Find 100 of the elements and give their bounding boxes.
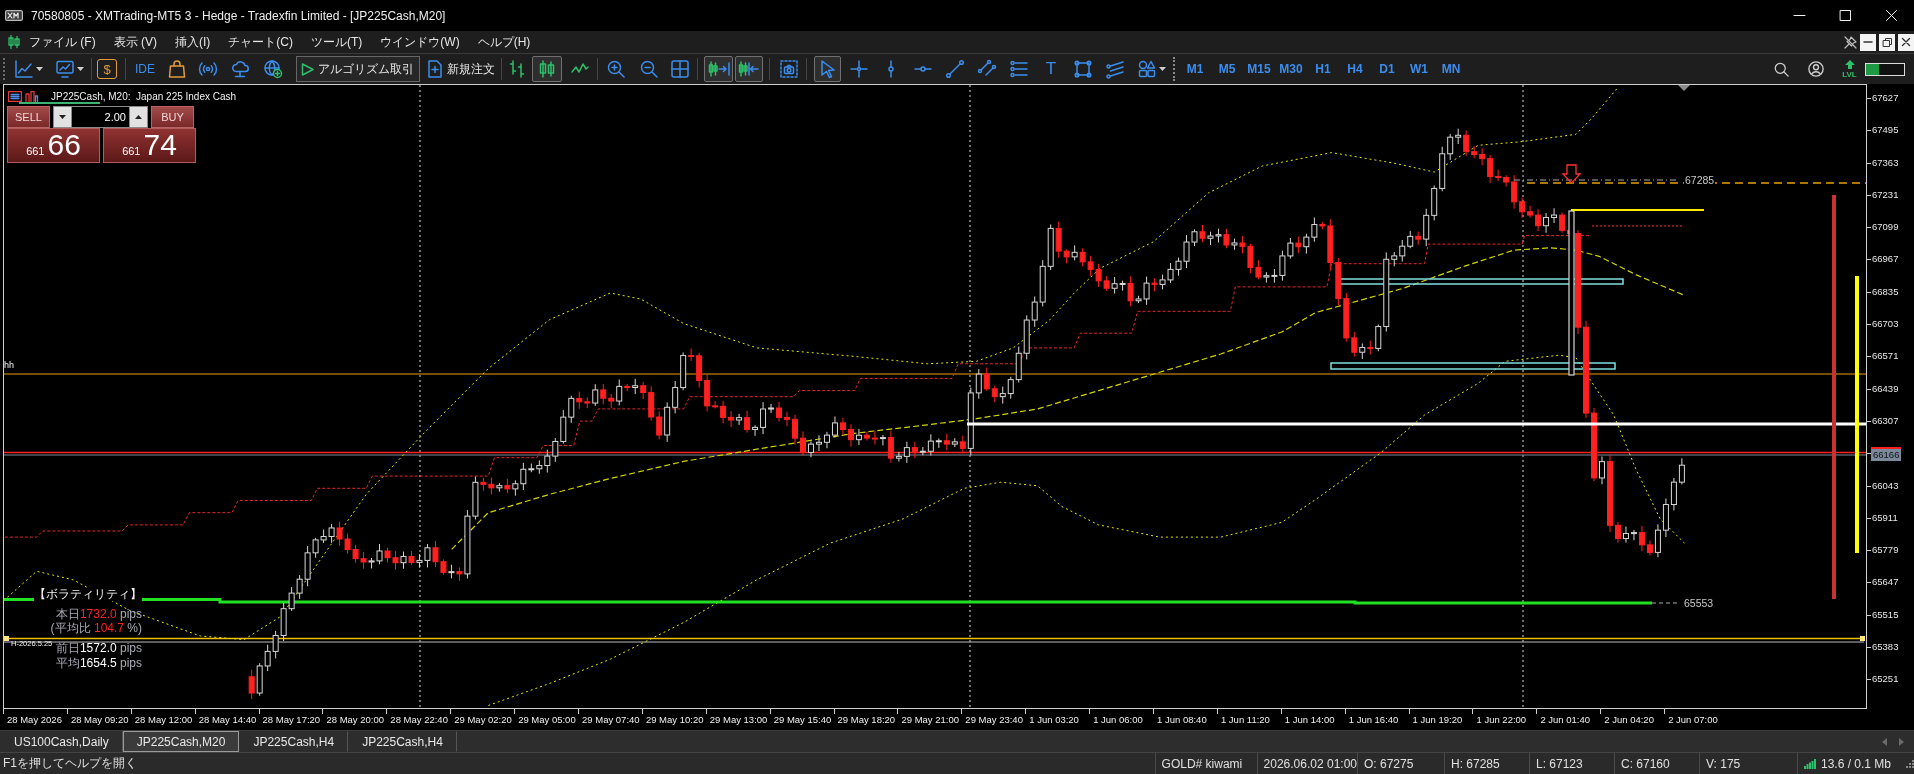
down-arrow-icon — [1561, 164, 1582, 184]
price-axis-label: 65383 — [1872, 641, 1899, 654]
price-axis-label: 66967 — [1872, 253, 1899, 266]
minimize-chart-button[interactable] — [1860, 33, 1876, 51]
time-axis-label: 1 Jun 16:40 — [1348, 714, 1399, 726]
traffic-text: 13.6 / 0.1 Mb — [1821, 756, 1892, 771]
channel-icon — [978, 60, 996, 78]
menu-item[interactable]: ウインドウ(W) — [371, 32, 469, 52]
timeframe-button[interactable]: W1 — [1404, 57, 1434, 81]
level-price-label: 65553 — [1684, 597, 1714, 609]
minimize-icon — [1864, 41, 1872, 43]
buy-price-button[interactable]: 661 74 — [103, 128, 196, 163]
menu-item[interactable]: 表示 (V) — [104, 32, 166, 52]
time-axis-label: 28 May 14:40 — [198, 714, 257, 726]
timeframe-button[interactable]: MN — [1436, 57, 1466, 81]
list-icon — [8, 90, 22, 102]
minimize-icon — [1793, 15, 1805, 16]
caret-icon — [36, 67, 43, 71]
scroll-right-icon — [1899, 737, 1904, 746]
current-price-tag: 66166 — [1871, 447, 1902, 462]
volatility-title: 【ボラティリティ】 — [34, 588, 142, 601]
window-title: 70580805 - XMTrading-MT5 3 - Hedge - Tradexfin Limited - [JP225Cash,M20] — [31, 8, 446, 23]
leader-line — [1651, 602, 1679, 604]
chart-tab[interactable]: JP225Cash,M20 — [122, 731, 240, 752]
timeframe-button[interactable]: M5 — [1212, 57, 1242, 81]
timeframe-button[interactable]: H1 — [1308, 57, 1338, 81]
price-axis-label: 66835 — [1872, 285, 1899, 298]
text-tool-button[interactable]: T — [1038, 56, 1064, 82]
candlestick-button[interactable] — [532, 56, 562, 82]
resize-grip-icon — [1906, 759, 1914, 768]
price-axis-label: 65647 — [1872, 576, 1899, 589]
time-axis-label: 29 May 13:00 — [709, 714, 768, 726]
chart-shift-icon — [738, 61, 760, 77]
time-axis-label: 28 May 17:20 — [262, 714, 321, 726]
auto-scroll-button[interactable] — [704, 56, 733, 82]
timeframe-button[interactable]: M30 — [1276, 57, 1306, 81]
volume-up-button[interactable] — [129, 106, 148, 128]
sell-price-button[interactable]: 661 66 — [7, 128, 100, 163]
cloud-icon — [231, 60, 249, 78]
time-axis-label: 29 May 02:20 — [454, 714, 512, 726]
cursor-tool-button[interactable] — [814, 56, 841, 82]
time-axis-label: 28 May 2026 — [7, 714, 62, 726]
camera-icon — [779, 60, 798, 78]
time-axis-label: 2 Jun 04:20 — [1604, 714, 1654, 726]
volume-field[interactable]: 2.00 — [72, 106, 129, 128]
price-axis-label: 66043 — [1872, 479, 1899, 492]
level-price-label: 67285 — [1684, 174, 1716, 186]
anchor-point-icon — [1860, 636, 1865, 641]
restore-chart-button[interactable] — [1879, 33, 1895, 51]
open-price: O: 67275 — [1357, 753, 1444, 774]
time-axis-label: 1 Jun 22:00 — [1476, 714, 1527, 726]
time-axis-label: 1 Jun 06:00 — [1093, 714, 1143, 726]
maximize-icon — [1839, 10, 1851, 21]
candlestick-icon — [538, 60, 556, 78]
menu-item[interactable]: チャート(C) — [219, 32, 302, 52]
up-arrow-icon — [1844, 59, 1855, 69]
help-text: F1を押してヘルプを開く — [3, 755, 137, 772]
chart-shift-button[interactable] — [735, 56, 763, 82]
new-document-icon — [425, 60, 444, 78]
new-order-button[interactable]: 新規注文 — [423, 56, 497, 82]
price-axis-label: 66439 — [1872, 382, 1899, 395]
menu-item[interactable]: ヘルプ(H) — [468, 32, 540, 52]
price-axis-label: 65251 — [1872, 673, 1899, 686]
rectangle-icon — [1074, 60, 1092, 78]
timeframe-button[interactable]: M15 — [1244, 57, 1274, 81]
time-axis-label: 1 Jun 03:20 — [1029, 714, 1079, 726]
menu-item[interactable]: ツール(T) — [302, 32, 372, 52]
fibonacci-icon — [1010, 60, 1028, 78]
algo-trading-button[interactable]: アルゴリズム取引 — [296, 56, 420, 82]
close-chart-button[interactable] — [1898, 33, 1914, 51]
time-axis-label: 28 May 09:20 — [70, 714, 129, 726]
sell-button[interactable]: SELL — [7, 106, 50, 128]
price-axis-label: 67231 — [1872, 188, 1899, 201]
symbol-caption: JP225Cash, M20: Japan 225 Index Cash — [51, 90, 237, 102]
timeframe-button[interactable]: M1 — [1180, 57, 1210, 81]
crosshair-icon — [850, 60, 868, 78]
level-button[interactable]: LVL — [1837, 56, 1862, 82]
account-button[interactable]: $ — [97, 59, 117, 79]
time-axis-label: 28 May 12:00 — [134, 714, 193, 726]
volume-down-button[interactable] — [53, 106, 72, 128]
timeframe-button[interactable]: H4 — [1340, 57, 1370, 81]
menu-item[interactable]: 挿入(I) — [166, 32, 220, 52]
parallel-lines-icon — [1106, 60, 1124, 78]
scroll-end-icon — [707, 61, 730, 77]
globe-plus-icon — [264, 60, 282, 78]
time-axis-label: 29 May 07:40 — [582, 714, 640, 726]
app-logo-icon — [5, 10, 23, 21]
timeframe-button[interactable]: D1 — [1372, 57, 1402, 81]
close-icon — [1885, 10, 1897, 21]
shopping-bag-icon — [168, 60, 186, 78]
restore-icon — [1882, 37, 1892, 47]
time-axis-label: 28 May 22:40 — [390, 714, 448, 726]
caret-up-icon — [135, 115, 142, 119]
ide-button[interactable]: IDE — [132, 56, 158, 82]
buy-button[interactable]: BUY — [151, 106, 194, 128]
menu-item[interactable]: ファイル (F) — [20, 32, 105, 52]
time-axis-label: 2 Jun 01:40 — [1540, 714, 1591, 726]
line-chart-icon — [15, 60, 33, 78]
zoom-in-icon — [607, 60, 625, 78]
price-axis-label: 65911 — [1872, 511, 1898, 524]
